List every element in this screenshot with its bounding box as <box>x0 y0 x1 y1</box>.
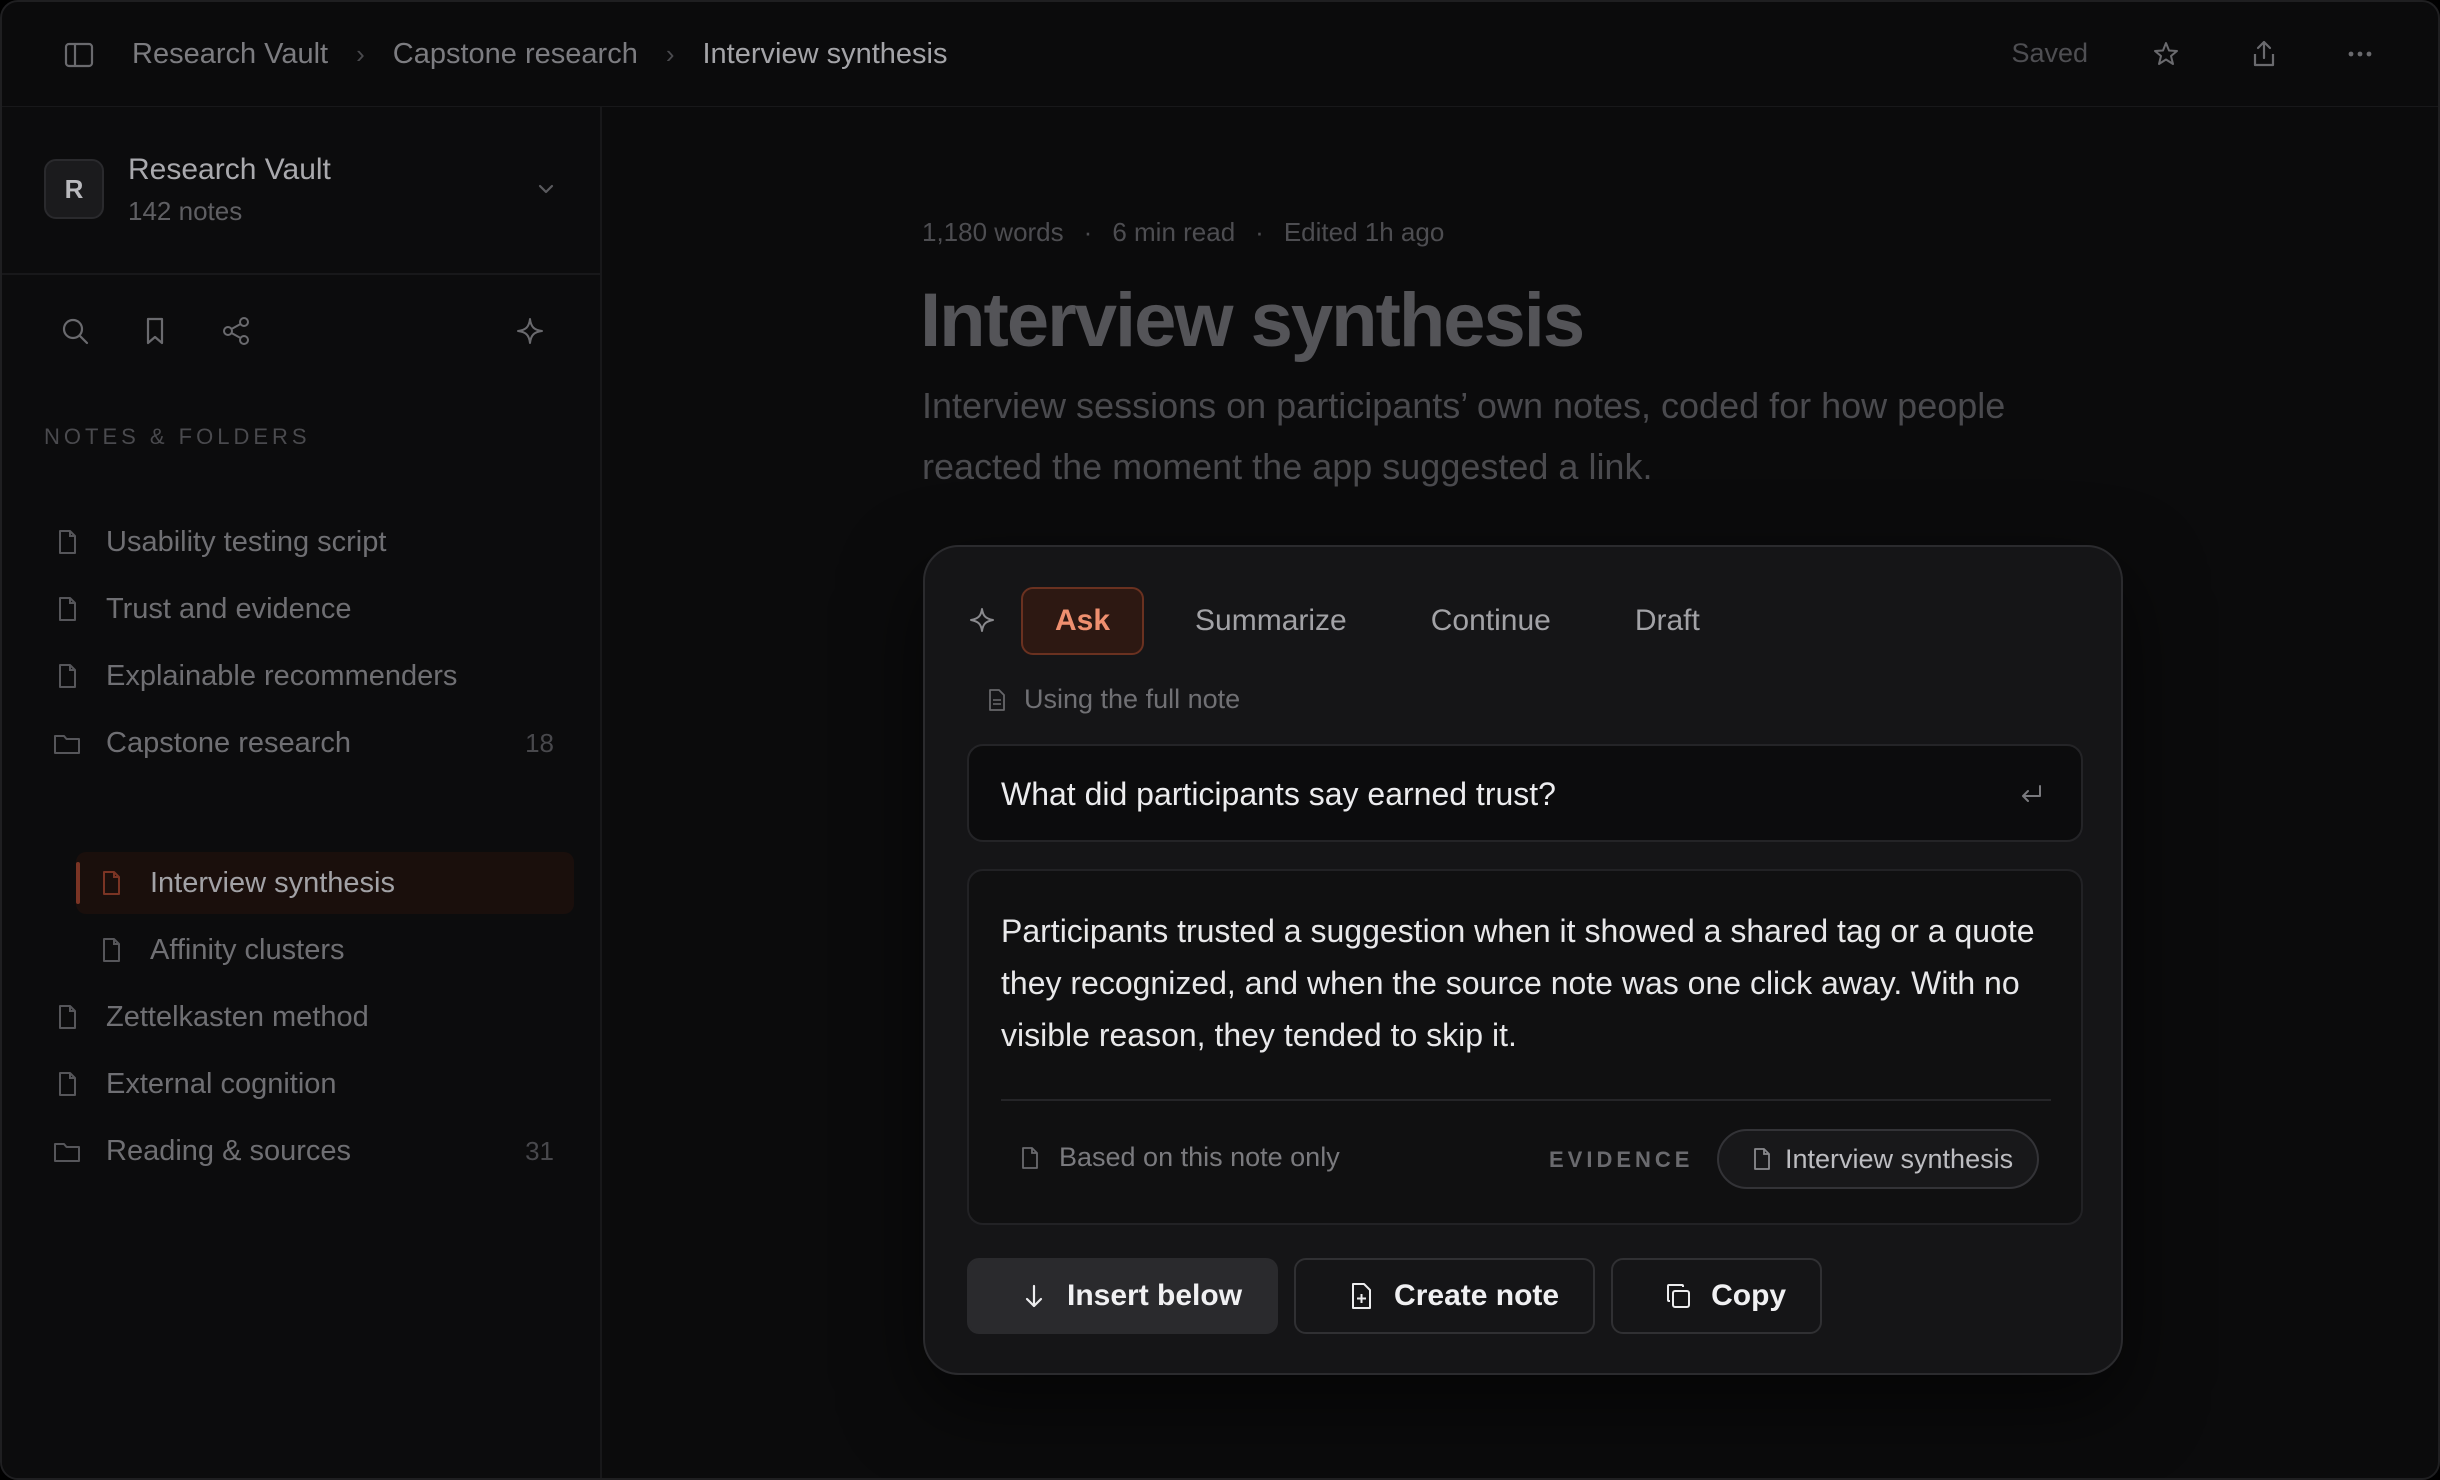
file-plus-icon <box>1346 1281 1376 1311</box>
doc-subtitle[interactable]: Interview sessions on participants’ own … <box>922 375 2122 497</box>
save-status: Saved <box>2011 38 2088 68</box>
tab-draft[interactable]: Draft <box>1602 587 1733 655</box>
sidebar-toggle-icon[interactable] <box>62 38 96 72</box>
answer-text: Participants trusted a suggestion when i… <box>1001 913 2035 1053</box>
create-note-label: Create note <box>1394 1279 1560 1312</box>
sidebar-item-zettelkasten-method[interactable]: Zettelkasten method <box>44 986 574 1048</box>
enter-icon[interactable] <box>2015 778 2047 810</box>
chevron-right-icon: › <box>665 39 675 69</box>
note-icon <box>52 1002 82 1032</box>
copy-button[interactable]: Copy <box>1611 1258 1823 1334</box>
based-on-label: Based on this note only <box>1059 1142 1340 1172</box>
chevron-down-icon[interactable] <box>532 175 560 203</box>
sidebar-item-label: Usability testing script <box>106 525 387 558</box>
sparkle-icon[interactable] <box>512 313 548 349</box>
tab-continue[interactable]: Continue <box>1398 587 1584 655</box>
sidebar-item-label: Zettelkasten method <box>106 1000 369 1033</box>
divider <box>1001 1099 2051 1101</box>
folder-icon <box>52 1136 82 1166</box>
sidebar-item-label: Interview synthesis <box>150 866 395 899</box>
app-window: Research Vault › Capstone research › Int… <box>0 0 2440 1480</box>
read-time: 6 min read <box>1112 217 1236 247</box>
active-indicator <box>76 862 80 904</box>
folder-icon <box>52 728 82 758</box>
breadcrumb-current: Interview synthesis <box>702 38 948 70</box>
note-icon <box>52 527 82 557</box>
breadcrumb: Research Vault › Capstone research › Int… <box>132 2 948 107</box>
page-title[interactable]: Interview synthesis <box>920 277 1585 364</box>
breadcrumb-vault[interactable]: Research Vault <box>132 38 328 71</box>
vault-avatar: R <box>44 159 104 219</box>
sidebar-item-label: Reading & sources <box>106 1134 352 1167</box>
copy-icon <box>1663 1281 1693 1311</box>
tab-summarize[interactable]: Summarize <box>1162 587 1380 655</box>
vault-name: Research Vault <box>128 153 331 186</box>
ai-mode-tabs: Ask Summarize Continue Draft <box>1021 587 1751 655</box>
evidence-label: EVIDENCE <box>1549 1147 1694 1172</box>
vault-switcher[interactable]: R Research Vault 142 notes <box>2 107 600 275</box>
tab-ask[interactable]: Ask <box>1021 587 1145 655</box>
top-bar: Research Vault › Capstone research › Int… <box>2 2 2438 107</box>
answer-source-scope: Based on this note only <box>1001 1142 1340 1173</box>
sidebar-item-capstone-research[interactable]: Capstone research 18 <box>44 712 574 774</box>
evidence-chip[interactable]: Interview synthesis <box>1717 1129 2040 1189</box>
evidence-chip-label: Interview synthesis <box>1785 1143 2014 1174</box>
document-icon <box>1017 1145 1043 1171</box>
sidebar-tools <box>2 275 600 385</box>
bookmark-icon[interactable] <box>137 313 173 349</box>
answer-actions: Insert below Create note Copy <box>967 1258 1838 1334</box>
section-label: NOTES & FOLDERS <box>44 424 311 449</box>
sidebar: R Research Vault 142 notes NOTES & FOLDE… <box>2 107 602 1478</box>
copy-label: Copy <box>1711 1279 1787 1312</box>
graph-icon[interactable] <box>218 313 254 349</box>
query-text[interactable]: What did participants say earned trust? <box>1001 776 1556 813</box>
sidebar-item-label: External cognition <box>106 1067 337 1100</box>
note-icon <box>52 1069 82 1099</box>
document-icon <box>1749 1146 1775 1172</box>
breadcrumb-folder[interactable]: Capstone research <box>393 38 638 71</box>
ask-input[interactable]: What did participants say earned trust? <box>967 744 2083 842</box>
star-icon[interactable] <box>2148 36 2184 72</box>
context-scope: Using the full note <box>970 684 1240 715</box>
sidebar-item-interview-synthesis[interactable]: Interview synthesis <box>76 852 574 914</box>
sparkle-icon <box>967 605 997 635</box>
doc-meta: 1,180 words · 6 min read · Edited 1h ago <box>922 217 1445 247</box>
more-icon[interactable] <box>2342 36 2378 72</box>
sidebar-item-external-cognition[interactable]: External cognition <box>44 1053 574 1115</box>
sidebar-item-label: Affinity clusters <box>150 933 345 966</box>
chevron-right-icon: › <box>356 39 365 69</box>
sidebar-item-label: Capstone research <box>106 726 352 759</box>
ai-assistant-panel: Ask Summarize Continue Draft Using the f… <box>923 545 2123 1375</box>
edited-time: Edited 1h ago <box>1283 217 1445 247</box>
document-icon <box>984 687 1010 713</box>
arrow-down-icon <box>1019 1281 1049 1311</box>
share-icon[interactable] <box>2246 36 2282 72</box>
context-label: Using the full note <box>1024 684 1241 714</box>
sidebar-item-label: Trust and evidence <box>106 592 352 625</box>
folder-count: 31 <box>525 1135 554 1166</box>
sidebar-item-explainable-recommenders[interactable]: Explainable recommenders <box>44 645 574 707</box>
note-icon <box>52 661 82 691</box>
sidebar-item-usability-testing-script[interactable]: Usability testing script <box>44 511 574 573</box>
note-icon <box>96 935 126 965</box>
insert-below-label: Insert below <box>1067 1279 1243 1312</box>
folder-count: 18 <box>525 727 554 758</box>
sidebar-item-trust-and-evidence[interactable]: Trust and evidence <box>44 578 574 640</box>
search-icon[interactable] <box>57 313 93 349</box>
vault-note-count: 142 notes <box>128 196 243 226</box>
note-icon <box>96 868 126 898</box>
sidebar-item-label: Explainable recommenders <box>106 659 458 692</box>
insert-below-button[interactable]: Insert below <box>967 1258 1279 1334</box>
note-icon <box>52 594 82 624</box>
create-note-button[interactable]: Create note <box>1294 1258 1596 1334</box>
sidebar-item-reading-sources[interactable]: Reading & sources 31 <box>44 1120 574 1182</box>
answer-card: Participants trusted a suggestion when i… <box>967 869 2083 1225</box>
sidebar-item-affinity-clusters[interactable]: Affinity clusters <box>76 919 574 981</box>
word-count: 1,180 words <box>922 217 1064 247</box>
